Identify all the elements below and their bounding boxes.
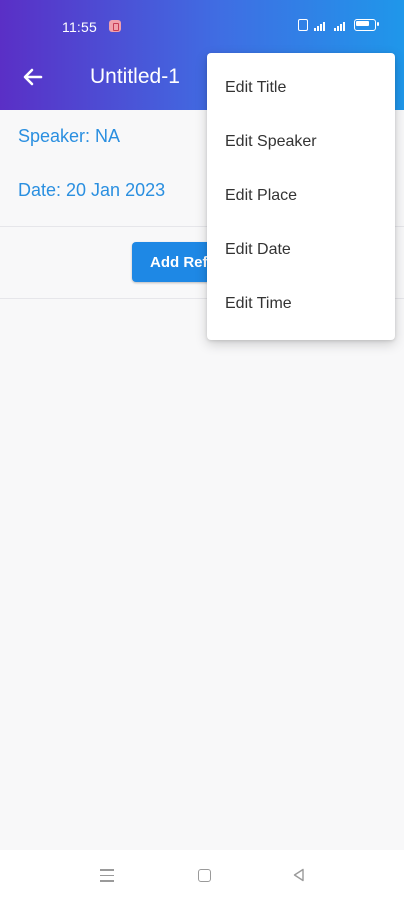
status-time: 11:55 (62, 19, 97, 35)
menu-item-edit-title[interactable]: Edit Title (207, 61, 395, 115)
back-button[interactable] (18, 62, 48, 92)
menu-icon[interactable] (100, 869, 114, 886)
arrow-left-icon (23, 68, 43, 86)
menu-item-edit-speaker[interactable]: Edit Speaker (207, 115, 395, 169)
status-icons (298, 19, 379, 31)
system-nav-bar (0, 850, 404, 900)
status-bar: 11:55 (0, 0, 404, 44)
home-icon[interactable] (198, 869, 211, 882)
date-field[interactable]: Date: 20 Jan 2023 (18, 180, 165, 201)
speaker-field[interactable]: Speaker: NA (18, 126, 120, 147)
signal-icon-2 (334, 20, 348, 31)
back-triangle-icon[interactable] (292, 868, 306, 882)
nfc-icon (298, 19, 308, 31)
overflow-menu: Edit Title Edit Speaker Edit Place Edit … (207, 53, 395, 340)
menu-item-edit-place[interactable]: Edit Place (207, 169, 395, 223)
menu-item-edit-time[interactable]: Edit Time (207, 277, 395, 331)
notification-app-icon (109, 20, 121, 32)
battery-icon (354, 19, 379, 31)
page-title: Untitled-1 (90, 65, 180, 88)
signal-icon (314, 20, 328, 31)
menu-item-edit-date[interactable]: Edit Date (207, 223, 395, 277)
